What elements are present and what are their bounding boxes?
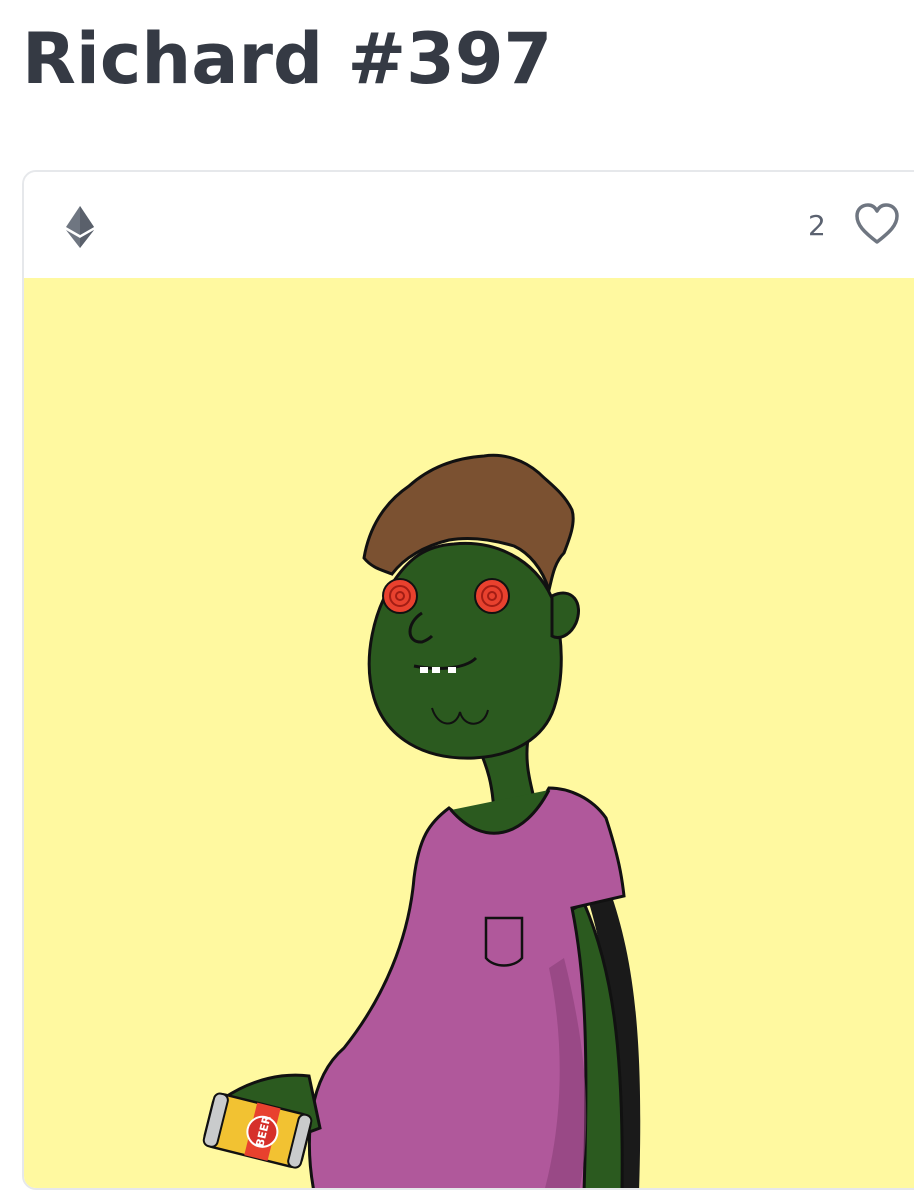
ethereum-icon <box>66 206 94 248</box>
like-count: 2 <box>808 209 826 242</box>
card-header: 2 <box>24 172 914 278</box>
character-illustration: BEER <box>202 453 641 1188</box>
nft-card: 2 BEER <box>22 170 914 1190</box>
nft-artwork[interactable]: BEER <box>24 278 914 1188</box>
page: Richard #397 2 BEER <box>0 0 914 1200</box>
heart-icon[interactable] <box>854 202 900 248</box>
page-title: Richard #397 <box>22 18 553 100</box>
